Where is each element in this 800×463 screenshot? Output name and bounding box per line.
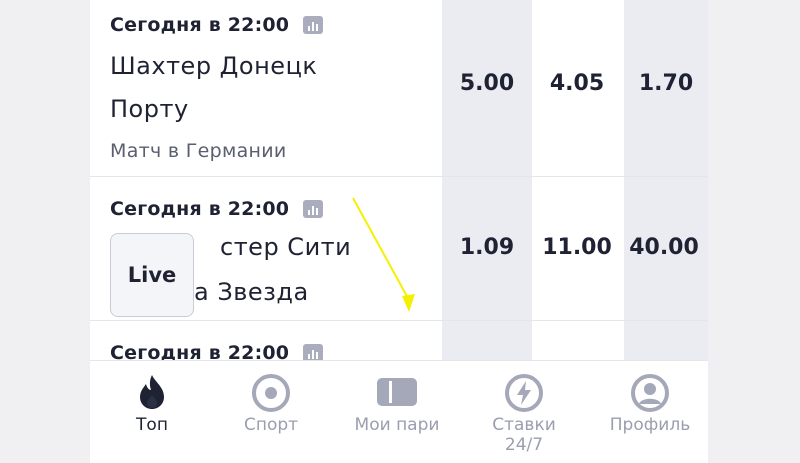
match-note: Матч в Германии xyxy=(110,140,287,162)
odd-home[interactable]: 1.09 xyxy=(443,235,531,260)
nav-label: Мои пари xyxy=(354,415,440,435)
profile-icon xyxy=(631,374,669,412)
stats-icon[interactable] xyxy=(303,200,324,218)
odds-column-bg-3 xyxy=(624,0,708,360)
match-time: Сегодня в 22:00 xyxy=(110,198,324,220)
stats-icon[interactable] xyxy=(303,16,324,34)
nav-my-bets[interactable]: Мои пари xyxy=(335,361,459,463)
odd-away[interactable]: 1.70 xyxy=(622,71,708,96)
odd-draw[interactable]: 11.00 xyxy=(533,235,621,260)
odd-away[interactable]: 40.00 xyxy=(620,235,708,260)
nav-label: Профиль xyxy=(609,415,691,435)
team-home: стер Сити xyxy=(220,233,352,261)
divider xyxy=(90,176,708,177)
live-badge[interactable]: Live xyxy=(110,233,194,317)
app-screen: Сегодня в 22:00 Шахтер Донецк Порту Матч… xyxy=(90,0,708,463)
odds-column-bg-1 xyxy=(442,0,532,360)
divider xyxy=(90,320,708,321)
nav-label: Спорт xyxy=(243,415,299,435)
nav-top[interactable]: Топ xyxy=(90,361,214,463)
lightning-icon xyxy=(505,374,543,412)
nav-profile[interactable]: Профиль xyxy=(588,361,708,463)
team-away: а Звезда xyxy=(194,278,309,306)
ticket-icon xyxy=(377,378,417,406)
nav-label: Ставки 24/7 xyxy=(492,415,556,455)
nav-label: Топ xyxy=(136,415,168,435)
odd-home[interactable]: 5.00 xyxy=(443,71,531,96)
odd-draw[interactable]: 4.05 xyxy=(533,71,621,96)
nav-sport[interactable]: Спорт xyxy=(209,361,333,463)
bottom-nav: Топ Спорт Мои пари Ставки 24/7 Профиль xyxy=(90,360,708,463)
team-away: Порту xyxy=(110,95,189,123)
team-home: Шахтер Донецк xyxy=(110,52,318,80)
flame-icon xyxy=(140,375,164,409)
ball-icon xyxy=(252,374,290,412)
nav-bets-247[interactable]: Ставки 24/7 xyxy=(462,361,586,463)
match-time: Сегодня в 22:00 xyxy=(110,14,324,36)
